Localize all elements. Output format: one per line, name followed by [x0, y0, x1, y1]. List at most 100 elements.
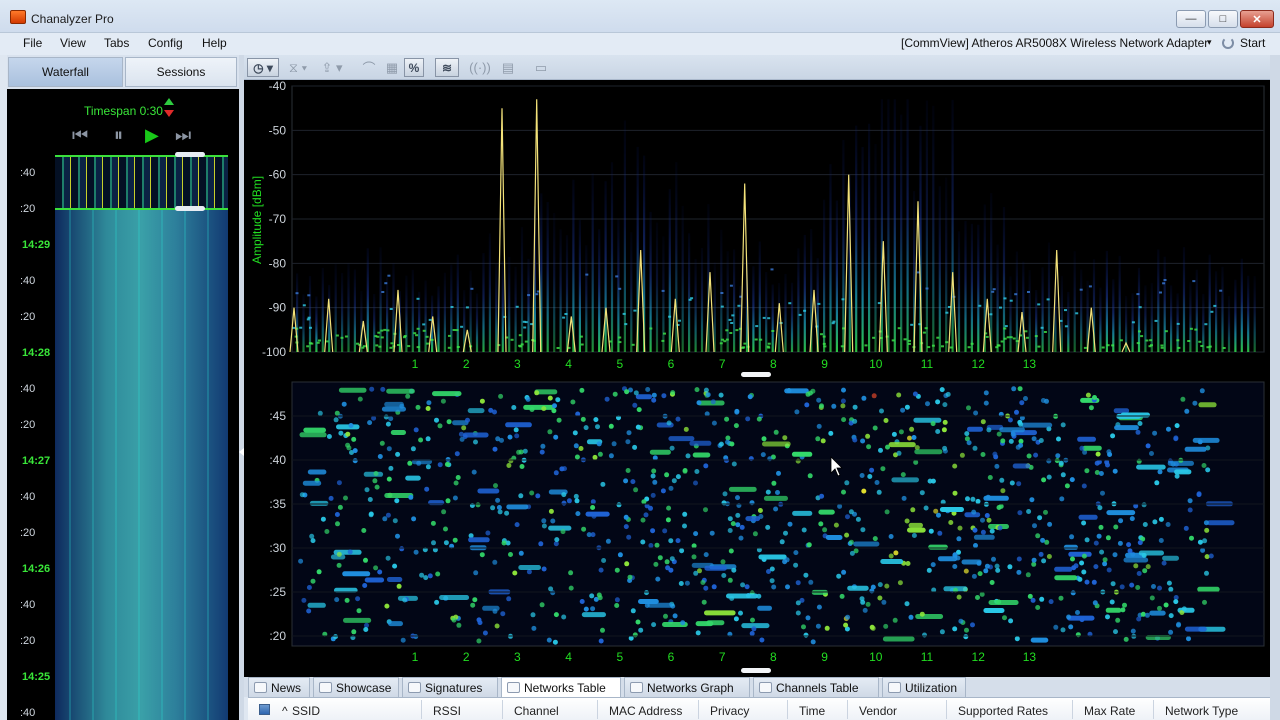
column-header-max-rate[interactable]: Max Rate	[1084, 704, 1135, 718]
pause-icon[interactable]: ⏸	[114, 123, 123, 147]
export-dropdown-icon[interactable]: ⇪ ▾	[316, 58, 348, 77]
window-top-handle[interactable]	[175, 152, 205, 157]
chart-divider-handle[interactable]	[741, 372, 771, 377]
overview-waterfall[interactable]	[55, 155, 228, 720]
density-view-icon[interactable]: ▦	[381, 58, 403, 77]
waterfall-dot	[841, 489, 846, 495]
selected-time-window[interactable]	[55, 152, 228, 211]
start-button[interactable]: Start	[1240, 36, 1265, 50]
close-button[interactable]: ✕	[1240, 10, 1274, 28]
tab-networks-graph[interactable]: Networks Graph	[624, 677, 750, 697]
play-icon[interactable]: ▶	[145, 123, 159, 147]
density-column	[861, 147, 864, 352]
fast-forward-icon[interactable]: ⏭	[175, 123, 191, 147]
waterfall-dot	[338, 387, 367, 393]
menu-config[interactable]: Config	[148, 36, 183, 50]
column-header-mac-address[interactable]: MAC Address	[609, 704, 682, 718]
chevron-down-icon[interactable]: ▾	[1207, 37, 1212, 48]
waterfall-dot	[1106, 567, 1112, 573]
tab-waterfall[interactable]: Waterfall	[8, 57, 123, 87]
tab-channels-table[interactable]: Channels Table	[753, 677, 879, 697]
density-column	[1157, 249, 1160, 352]
bottom-divider-handle[interactable]	[741, 668, 771, 673]
tab-networks-table[interactable]: Networks Table	[501, 677, 621, 697]
waterfall-dot	[703, 507, 708, 513]
waterfall-dot	[1117, 540, 1123, 546]
spectrum-svg[interactable]: -40-50-60-70-80-90-100Amplitude [dBm]1 2 3…	[244, 80, 1270, 677]
waterfall-dot	[1043, 509, 1048, 515]
waterfall-dot	[883, 418, 889, 423]
waterfall-dot	[336, 551, 342, 557]
column-header-ssid[interactable]: SSID	[292, 704, 320, 718]
planar-view-icon[interactable]: ⌒	[358, 58, 380, 77]
density-column	[1215, 271, 1218, 352]
signal-icon[interactable]: ((·))	[469, 58, 491, 77]
column-separator[interactable]	[1072, 700, 1073, 719]
timespan-increase-icon[interactable]	[164, 98, 174, 105]
right-splitter[interactable]	[1270, 55, 1280, 720]
column-header-privacy[interactable]: Privacy	[710, 704, 749, 718]
column-separator[interactable]	[597, 700, 598, 719]
waterfall-dot	[408, 494, 414, 500]
waterfall-dot	[860, 527, 866, 533]
waterfall-dot	[625, 468, 631, 473]
waterfall-dot	[1046, 458, 1052, 464]
column-header-network-type[interactable]: Network Type	[1165, 704, 1238, 718]
density-column	[990, 193, 993, 352]
spectrum-area[interactable]: -40 -50 -60 -70 -80 -90 -100 Amplitude [dBm] 1 2 3…	[244, 80, 1270, 677]
maximize-button[interactable]: □	[1208, 10, 1238, 28]
density-dot	[383, 328, 387, 331]
adapter-selector[interactable]: [CommView] Atheros AR5008X Wireless Netw…	[901, 36, 1208, 50]
waterfall-y-tick-label: :40	[269, 453, 286, 467]
skip-back-icon[interactable]: ⏮	[72, 123, 88, 147]
menu-tabs[interactable]: Tabs	[104, 36, 129, 50]
column-header-vendor[interactable]: Vendor	[859, 704, 897, 718]
column-separator[interactable]	[698, 700, 699, 719]
time-axis-label: :40	[20, 599, 36, 611]
percent-toggle[interactable]: %	[404, 58, 424, 77]
tab-utilization[interactable]: Utilization	[882, 677, 966, 697]
waterfall-dot	[405, 475, 421, 481]
grid-icon[interactable]: ▤	[497, 58, 519, 77]
clock-dropdown-icon[interactable]: ◷ ▾	[247, 58, 279, 77]
menu-view[interactable]: View	[60, 36, 86, 50]
density-dot	[1064, 325, 1068, 328]
waterfall-dot	[1118, 518, 1124, 524]
column-header-rssi[interactable]: RSSI	[433, 704, 461, 718]
column-separator[interactable]	[946, 700, 947, 719]
filter-dropdown-icon[interactable]: ⧖ ▾	[282, 58, 314, 77]
waterfall-dot	[937, 530, 943, 536]
wifi-icon[interactable]: ≋	[435, 58, 459, 77]
window-bottom-handle[interactable]	[175, 206, 205, 211]
density-dot	[1210, 310, 1214, 313]
column-separator[interactable]	[787, 700, 788, 719]
density-column	[1247, 275, 1250, 352]
waterfall-dot	[506, 504, 529, 510]
tab-sessions[interactable]: Sessions	[125, 57, 237, 87]
column-separator[interactable]	[421, 700, 422, 719]
tab-icon	[630, 682, 643, 693]
density-dot	[615, 275, 619, 278]
column-separator[interactable]	[847, 700, 848, 719]
time-axis-label: 14:29	[22, 239, 51, 251]
column-separator[interactable]	[1153, 700, 1154, 719]
density-column	[733, 249, 736, 352]
minimize-button[interactable]: —	[1176, 10, 1206, 28]
waterfall-y-tick-label: :25	[269, 585, 286, 599]
waterfall-dot	[896, 450, 902, 456]
column-header-supported-rates[interactable]: Supported Rates	[958, 704, 1048, 718]
tab-news[interactable]: News	[248, 677, 310, 697]
timespan-decrease-icon[interactable]	[164, 110, 174, 117]
waterfall-dot	[430, 520, 436, 526]
waterfall-dot	[791, 451, 813, 457]
menu-file[interactable]: File	[23, 36, 42, 50]
column-header-time[interactable]: Time	[799, 704, 825, 718]
column-header-channel[interactable]: Channel	[514, 704, 559, 718]
select-all-checkbox[interactable]	[259, 704, 270, 715]
snapshot-icon[interactable]: ▭	[531, 58, 551, 77]
menu-help[interactable]: Help	[202, 36, 227, 50]
tab-showcase[interactable]: Showcase	[313, 677, 399, 697]
column-separator[interactable]	[502, 700, 503, 719]
tab-signatures[interactable]: Signatures	[402, 677, 498, 697]
waterfall-dot	[570, 399, 576, 405]
